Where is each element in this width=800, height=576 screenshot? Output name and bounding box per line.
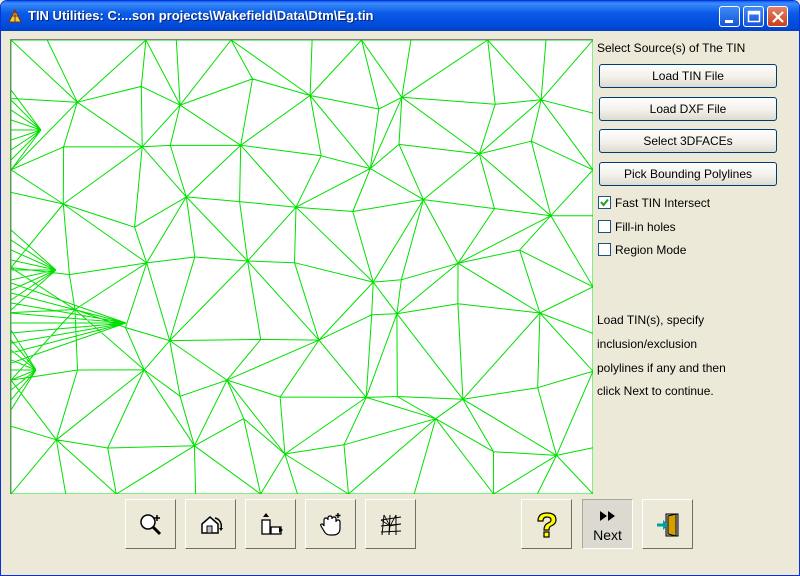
title-bar[interactable]: TIN Utilities: C:...son projects\Wakefie… [1,1,799,31]
help-button[interactable] [521,499,572,549]
minimize-button[interactable] [719,6,740,27]
tin-viewport[interactable] [10,39,593,494]
zoom-extents-button[interactable] [185,499,236,549]
mesh-button[interactable] [365,499,416,549]
checkbox-box[interactable] [598,196,611,209]
load-dxf-file-button[interactable]: Load DXF File [599,97,777,121]
maximize-icon [747,10,761,23]
exit-door-icon [657,513,679,537]
tin-utilities-window: TIN Utilities: C:...son projects\Wakefie… [0,0,800,576]
pan-button[interactable] [305,499,356,549]
exit-button[interactable] [642,499,693,549]
zoom-extents-icon [201,516,223,534]
instruction-line: polylines if any and then [597,361,726,375]
checkbox-label: Fill-in holes [615,220,676,234]
select-3dfaces-button[interactable]: Select 3DFACEs [599,129,777,153]
checkbox-label: Region Mode [615,243,687,257]
minimize-icon [725,20,733,23]
pick-bounding-polylines-button[interactable]: Pick Bounding Polylines [599,162,777,186]
maximize-button[interactable] [743,6,764,27]
instruction-line: click Next to continue. [597,384,714,398]
checkbox-box[interactable] [598,220,611,233]
checkmark-icon [600,198,609,207]
instruction-line: inclusion/exclusion [597,337,698,351]
pan-hand-icon [320,513,341,536]
window-title: TIN Utilities: C:...son projects\Wakefie… [28,8,374,23]
next-arrows-icon [600,511,615,521]
checkbox-box[interactable] [598,243,611,256]
close-icon [772,11,784,23]
tin-mesh [11,40,593,494]
close-button[interactable] [767,6,788,27]
load-tin-file-button[interactable]: Load TIN File [599,64,777,88]
zoom-icon [140,514,162,536]
next-label: Next [593,527,622,543]
app-icon [8,8,22,23]
instruction-line: Load TIN(s), specify [597,313,705,327]
help-icon [537,512,557,538]
zoom-window-icon [261,513,283,535]
zoom-window-button[interactable] [245,499,296,549]
source-heading: Select Source(s) of The TIN [597,41,746,55]
zoom-button[interactable] [125,499,176,549]
tin-edges [11,40,593,494]
next-button[interactable]: Next [582,499,633,549]
mesh-icon [380,514,402,536]
checkbox-label: Fast TIN Intersect [615,196,711,210]
